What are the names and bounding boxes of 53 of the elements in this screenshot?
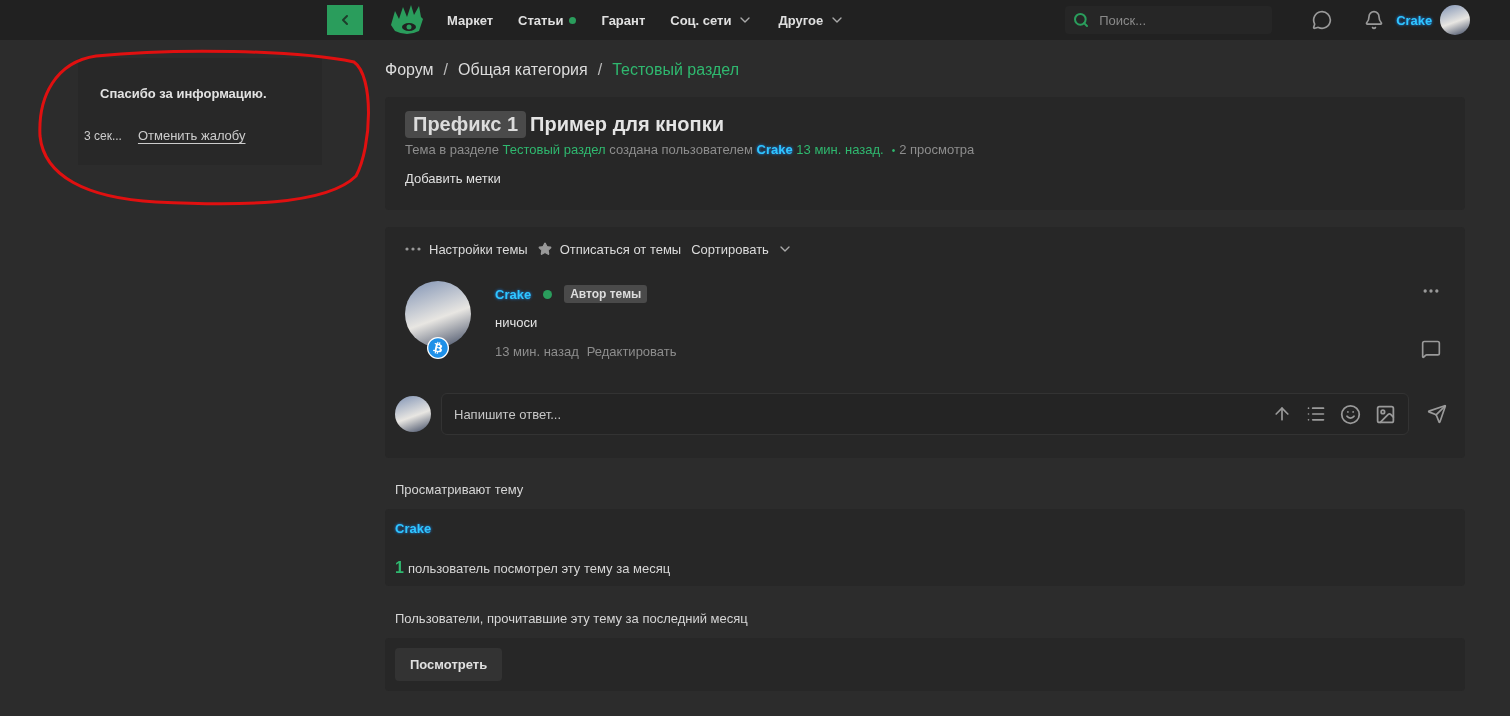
user-name[interactable]: Crake bbox=[1396, 12, 1433, 28]
toolbar-button[interactable]: Сортировать bbox=[691, 241, 793, 257]
thread-title: Пример для кнопки bbox=[530, 113, 724, 136]
nav-link[interactable]: Статьи bbox=[518, 12, 577, 28]
cancel-report-link[interactable]: Отменить жалобу bbox=[137, 128, 246, 143]
breadcrumb-separator: / bbox=[597, 60, 603, 79]
author-link[interactable]: Crake bbox=[756, 142, 793, 157]
section-heading: Просматривают тему bbox=[394, 481, 525, 499]
list-icon[interactable] bbox=[1306, 404, 1326, 424]
countdown-text: 3 сек... bbox=[84, 128, 122, 143]
reply-icon[interactable] bbox=[1421, 339, 1441, 359]
avatar-photo-placeholder bbox=[395, 396, 431, 432]
eye-logo-icon[interactable] bbox=[389, 3, 425, 37]
breadcrumb-link[interactable]: Общая категория bbox=[458, 60, 588, 79]
section-link[interactable]: Тестовый раздел bbox=[502, 142, 606, 157]
nav-link[interactable]: Гарант bbox=[601, 12, 646, 28]
chat-bubble-icon[interactable] bbox=[1312, 10, 1333, 30]
back-button[interactable] bbox=[327, 5, 363, 35]
post-author[interactable]: Crake bbox=[495, 286, 532, 302]
edit-link[interactable]: Редактировать bbox=[586, 344, 677, 359]
nav-link[interactable]: Соц. сети bbox=[670, 12, 754, 28]
search-icon bbox=[1073, 12, 1090, 28]
toolbar-button[interactable]: Настройки темы bbox=[405, 241, 528, 257]
section-heading: Пользователи, прочитавшие эту тему за последний месяц bbox=[394, 610, 749, 628]
nav-link[interactable]: Другое bbox=[778, 12, 846, 28]
toolbar-button[interactable]: Отписаться от темы bbox=[537, 241, 682, 257]
reply-input[interactable]: Напишите ответ... bbox=[452, 405, 1258, 423]
breadcrumb-link[interactable]: Форум bbox=[385, 60, 434, 79]
author-label: Автор темы bbox=[564, 285, 648, 303]
bell-icon[interactable] bbox=[1364, 10, 1385, 30]
post-time[interactable]: 13 мин. назад bbox=[495, 344, 579, 359]
avatar-photo-placeholder[interactable] bbox=[1440, 5, 1471, 35]
thread-meta: Тема в разделе Тестовый раздел создана пользователем Crake 13 мин. назад. • 2 просмотра bbox=[405, 142, 976, 157]
breadcrumb-link[interactable]: Тестовый раздел bbox=[612, 60, 739, 79]
add-tags-link[interactable]: Добавить метки bbox=[405, 171, 501, 186]
view-button[interactable]: Посмотреть bbox=[395, 648, 503, 681]
image-icon[interactable] bbox=[1375, 403, 1396, 425]
time-link[interactable]: 13 мин. назад. bbox=[796, 142, 884, 157]
more-icon bbox=[405, 247, 421, 251]
search-field[interactable]: Поиск... bbox=[1065, 6, 1273, 34]
thread-prefix: Префикс 1 bbox=[405, 111, 527, 138]
nav-link[interactable]: Маркет bbox=[447, 12, 494, 28]
view-count-text: 1 пользователь посмотрел эту тему за месяц bbox=[395, 559, 672, 577]
star-icon bbox=[537, 242, 552, 256]
search-input[interactable]: Поиск... bbox=[1097, 11, 1248, 29]
send-icon[interactable] bbox=[1427, 404, 1447, 424]
reply-field[interactable]: Напишите ответ... bbox=[441, 393, 1409, 435]
post-text: ничоси bbox=[495, 315, 539, 330]
viewer-name[interactable]: Crake bbox=[395, 521, 432, 536]
smiley-icon[interactable] bbox=[1340, 403, 1361, 425]
breadcrumb-separator: / bbox=[443, 60, 449, 79]
bitcoin-icon bbox=[427, 337, 449, 359]
toast-message: Спасибо за информацию. bbox=[99, 86, 268, 101]
